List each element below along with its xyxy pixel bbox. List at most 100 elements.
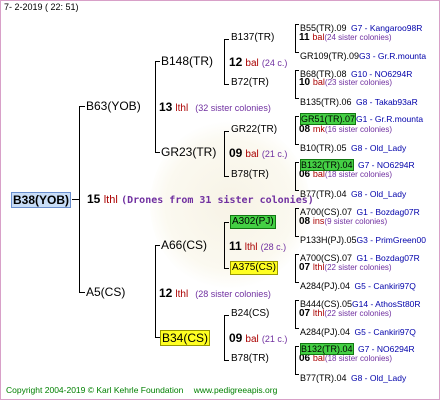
leaf-gr51[interactable]: GR51(TR).07G1 - Gr.R.mounta (300, 110, 423, 126)
line (295, 98, 299, 99)
generation-number: 12 (229, 55, 243, 69)
line (155, 245, 160, 246)
leaf-info: G8 - Old_Lady (350, 143, 407, 153)
leaf-id: B68(TR).08 (300, 69, 347, 79)
line (224, 360, 229, 361)
line (79, 106, 85, 107)
line (224, 39, 229, 40)
leaf-id: B77(TR).04 (300, 373, 347, 383)
website-link[interactable]: www.pedigreeapis.org (194, 385, 278, 395)
dam-queen[interactable]: A5(CS) (86, 286, 125, 298)
leaf-id: A284(PJ).04 (300, 327, 351, 337)
leaf-id: A284(PJ).04 (300, 281, 351, 291)
sister-colonies: (24 c.) (261, 58, 288, 68)
line (295, 24, 296, 52)
leaf-id: B135(TR).06 (300, 97, 352, 107)
leaf-id: B132(TR).04 (300, 159, 354, 171)
dam-trunk-line (155, 245, 156, 338)
line (224, 131, 229, 132)
queen-a375[interactable]: A375(CS) (230, 261, 278, 275)
leaf-info: G5 - Cankiri97Q (354, 327, 416, 337)
queen-b148[interactable]: B148(TR) (161, 55, 213, 67)
line (224, 131, 225, 176)
queen-b78[interactable]: B78(TR) (231, 354, 269, 364)
line (295, 346, 299, 347)
leaf-b55[interactable]: B55(TR).09 G7 - Kangaroo98R (300, 19, 422, 35)
line (295, 328, 299, 329)
sister-colonies: (Drones from 31 sister colonies) (121, 195, 314, 206)
leaf-a700[interactable]: A700(CS).07 G1 - Bozdag07R (300, 249, 420, 265)
queen-b24[interactable]: B24(CS) (231, 309, 269, 319)
leaf-id: P133H(PJ).05 (300, 235, 357, 245)
leaf-info: G5 - Cankiri97Q (354, 281, 416, 291)
line (295, 282, 299, 283)
footer: Copyright 2004-2019 © Karl Kehrle Founda… (6, 386, 277, 395)
leaf-info: G7 - NO6294R (357, 344, 415, 354)
sister-colonies: (28 sister colonies) (195, 289, 271, 299)
leaf-a284[interactable]: A284(PJ).04 G5 - Cankiri97Q (300, 277, 416, 293)
line (295, 346, 296, 374)
leaf-id: A700(CS).07 (300, 207, 353, 217)
leaf-b444[interactable]: B444(CS).05G14 - AthosSt80R (300, 295, 421, 311)
leaf-a284[interactable]: A284(PJ).04 G5 - Cankiri97Q (300, 323, 416, 339)
line (295, 374, 299, 375)
line (72, 199, 79, 200)
queen-b34[interactable]: B34(CS) (160, 330, 211, 346)
generation-number: 13 (159, 100, 173, 114)
leaf-info: G8 - Old_Lady (350, 373, 407, 383)
sire-queen[interactable]: B63(YOB) (86, 100, 141, 112)
line (295, 254, 299, 255)
leaf-gr109[interactable]: GR109(TR).09G3 - Gr.R.mounta (300, 47, 426, 63)
leaf-b135[interactable]: B135(TR).06 G8 - Takab93aR (300, 93, 418, 109)
leaf-info: G1 - Bozdag07R (356, 207, 420, 217)
line (295, 162, 299, 163)
queen-gr23[interactable]: GR23(TR) (161, 146, 216, 158)
leaf-b10[interactable]: B10(TR).05 G8 - Old_Lady (300, 139, 406, 155)
generation-number: 11 (229, 239, 242, 253)
queen-a66[interactable]: A66(CS) (161, 239, 207, 251)
leaf-a700[interactable]: A700(CS).07 G1 - Bozdag07R (300, 203, 420, 219)
line (224, 268, 229, 269)
line (224, 39, 225, 84)
leaf-id: GR109(TR).09 (300, 51, 360, 61)
line-code: lthl (103, 194, 118, 206)
root-info: 15 lthl (Drones from 31 sister colonies) (87, 193, 314, 206)
leaf-b132[interactable]: B132(TR).04 G7 - NO6294R (300, 340, 415, 356)
leaf-p133h[interactable]: P133H(PJ).05G3 - PrimGreen00 (300, 231, 426, 247)
queen-a302[interactable]: A302(PJ) (230, 215, 276, 229)
line (295, 24, 299, 25)
line (224, 176, 229, 177)
line (295, 162, 296, 190)
line (295, 190, 299, 191)
root-queen[interactable]: B38(YOB) (11, 192, 72, 208)
leaf-b77[interactable]: B77(TR).04 G8 - Old_Lady (300, 185, 406, 201)
leaf-info: G7 - NO6294R (357, 160, 415, 170)
queen-b72[interactable]: B72(TR) (231, 78, 269, 88)
leaf-b77[interactable]: B77(TR).04 G8 - Old_Lady (300, 369, 406, 385)
line (224, 315, 229, 316)
line-code: bal (245, 58, 259, 69)
leaf-b68[interactable]: B68(TR).08 G10 - NO6294R (300, 65, 412, 81)
leaf-id: B55(TR).09 (300, 23, 347, 33)
queen-b137[interactable]: B137(TR) (231, 33, 274, 43)
line (224, 222, 229, 223)
leaf-id: B444(CS).05 (300, 299, 353, 309)
line (295, 144, 299, 145)
sister-colonies: (16 sister colonies) (324, 125, 393, 134)
line (79, 292, 85, 293)
line (224, 315, 225, 360)
sire-info: 13 lthl (32 sister colonies) (159, 101, 271, 114)
leaf-info: G10 - NO6294R (350, 69, 413, 79)
sister-colonies: (28 c.) (260, 242, 287, 252)
copyright-text: Copyright 2004-2019 © Karl Kehrle Founda… (6, 385, 184, 395)
line (295, 300, 299, 301)
generation-number: 15 (87, 192, 101, 206)
leaf-b132[interactable]: B132(TR).04 G7 - NO6294R (300, 156, 415, 172)
line (295, 70, 296, 98)
generation-number: 09 (229, 331, 243, 345)
line (224, 222, 225, 268)
gr23-info: 09 bal (21 c.) (229, 147, 287, 160)
queen-b78[interactable]: B78(TR) (231, 170, 269, 180)
queen-gr22[interactable]: GR22(TR) (231, 125, 277, 135)
leaf-id: A700(CS).07 (300, 253, 353, 263)
